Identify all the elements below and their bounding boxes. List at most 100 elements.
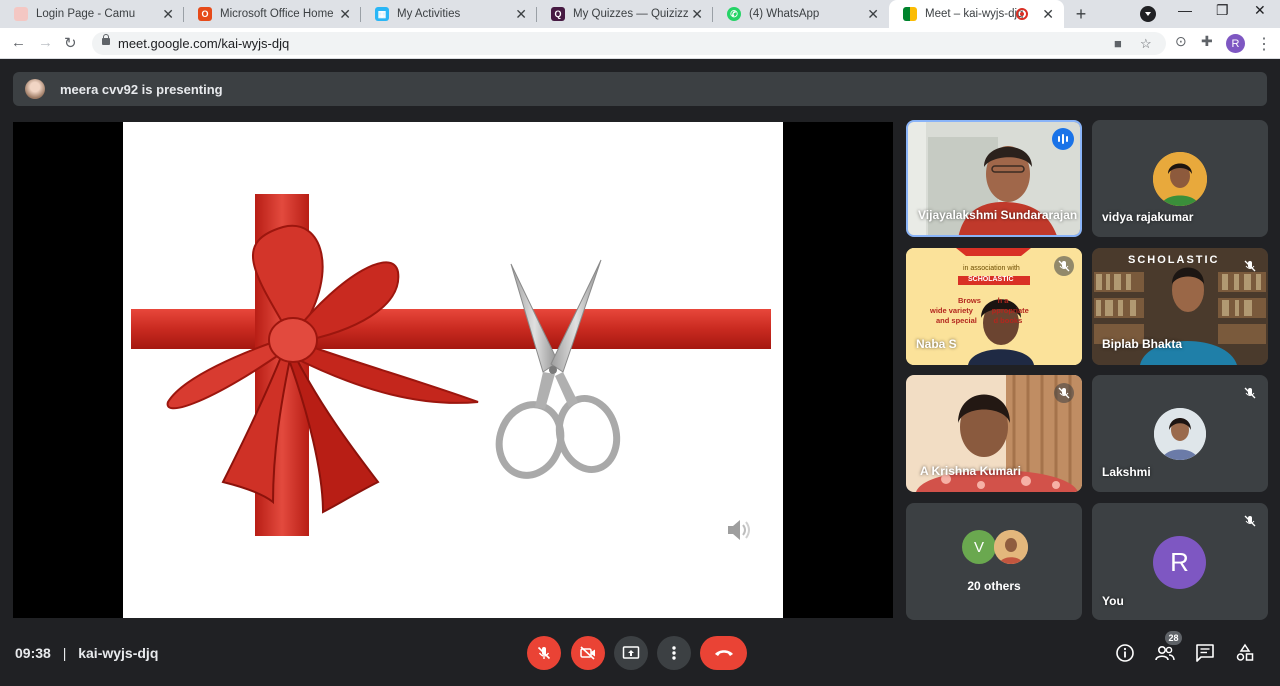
chat-icon [1196,644,1214,662]
activities-button[interactable] [1234,642,1256,664]
close-tab-icon[interactable]: ✕ [691,6,703,22]
address-bar[interactable]: meet.google.com/kai-wyjs-djq ■ ☆ [92,32,1166,55]
participant-tile-others[interactable]: V 20 others [906,503,1082,620]
participant-tile[interactable]: Vijayalakshmi Sundararajan [906,120,1082,237]
meeting-controls-bar: 09:38 | kai-wyjs-djq [0,620,1280,686]
participant-tile[interactable]: SCHOLASTIC Biplab Bhakta [1092,248,1268,365]
forward-icon[interactable]: → [38,34,53,51]
close-tab-icon[interactable]: ✕ [515,6,527,22]
tab-title: (4) WhatsApp [749,8,820,20]
url-text: meet.google.com/kai-wyjs-djq [118,36,290,51]
participant-name: A Krishna Kumari [920,464,1021,478]
more-vert-icon [672,646,676,660]
tab-camu[interactable]: Login Page - Camu ✕ [0,0,184,28]
participant-name: Naba S [916,337,957,351]
close-tab-icon[interactable]: ✕ [162,6,174,22]
scholastic-banner-text: SCHOLASTIC [1128,254,1220,266]
meeting-code: kai-wyjs-djq [78,645,159,661]
reload-icon[interactable]: ↻ [64,34,77,52]
presenter-avatar [25,79,45,99]
participant-tile[interactable]: Lakshmi [1092,375,1268,492]
office-favicon-icon: O [198,7,212,21]
mic-toggle-button[interactable] [527,636,561,670]
ribbon-scissors-illustration [131,194,771,536]
participant-name: You [1102,594,1124,608]
camu-favicon-icon [14,7,28,21]
speaker-icon[interactable] [726,517,754,543]
tab-title: Meet – kai-wyjs-djq [925,8,1024,20]
extension-status-icon[interactable]: ⊙ [1175,33,1187,50]
close-tab-icon[interactable]: ✕ [339,6,351,22]
muted-mic-icon [1240,256,1260,276]
tab-whatsapp[interactable]: ✆ (4) WhatsApp ✕ [713,0,889,28]
leave-call-button[interactable] [700,636,747,670]
camera-toggle-button[interactable] [571,636,605,670]
extensions-puzzle-icon[interactable]: ✚ [1201,33,1213,50]
participant-tile[interactable]: A Krishna Kumari [906,375,1082,492]
close-tab-icon[interactable]: ✕ [1042,6,1054,22]
tab-meet[interactable]: Meet – kai-wyjs-djq ✕ [889,0,1064,28]
participant-count-badge: 28 [1165,631,1182,645]
profile-avatar[interactable]: R [1226,34,1245,53]
back-icon[interactable]: ← [11,34,26,51]
meeting-details-button[interactable] [1114,642,1136,664]
scholastic-text: SCHOLASTIC [968,276,1014,283]
tab-quizizz[interactable]: Q My Quizzes — Quizizz ✕ [537,0,713,28]
speaking-indicator-icon [1052,128,1074,150]
tab-title: Microsoft Office Home [220,8,334,20]
camera-blocked-icon[interactable]: ■ [1114,36,1122,51]
tab-search-icon[interactable] [1140,6,1156,22]
browser-toolbar: ← → ↻ meet.google.com/kai-wyjs-djq ■ ☆ [0,28,1280,59]
whatsapp-favicon-icon: ✆ [727,7,741,21]
promo-text: Brows h a [958,296,1009,305]
participant-name: Lakshmi [1102,465,1151,479]
new-tab-button[interactable]: + [1070,3,1092,25]
participant-name: Biplab Bhakta [1102,337,1183,351]
muted-mic-icon [1054,383,1074,403]
chrome-menu-icon[interactable]: ⋮ [1256,34,1272,54]
quizizz-favicon-icon: Q [551,7,565,21]
bookmark-star-icon[interactable]: ☆ [1140,36,1152,52]
participant-avatar [1153,152,1207,206]
promo-text: wide variety ppropriate [930,306,1029,315]
self-avatar: R [1153,536,1206,589]
meet-favicon-icon [903,7,917,21]
maximize-icon[interactable]: ❐ [1216,2,1229,19]
muted-mic-icon [1240,383,1260,403]
minimize-icon[interactable]: — [1178,2,1192,18]
meeting-info: 09:38 | kai-wyjs-djq [15,645,158,661]
others-count-label: 20 others [967,579,1021,593]
divider: | [62,645,67,661]
info-icon [1116,644,1134,662]
mic-off-icon [537,646,551,660]
hang-up-icon [714,650,733,656]
camera-off-icon [580,646,595,660]
shared-slide [123,122,783,618]
participant-name: Vijayalakshmi Sundararajan [918,208,1078,222]
tab-office[interactable]: O Microsoft Office Home ✕ [184,0,361,28]
tab-title: My Activities [397,8,461,20]
assoc-text: in association with [963,265,1020,272]
activities-shapes-icon [1236,643,1254,661]
participant-tile-self[interactable]: R You [1092,503,1268,620]
people-icon [1155,645,1175,661]
tab-title: My Quizzes — Quizizz [573,8,689,20]
close-window-icon[interactable]: ✕ [1254,2,1266,19]
tab-title: Login Page - Camu [36,8,136,20]
muted-mic-icon [1240,511,1260,531]
clock-time: 09:38 [15,645,51,661]
chat-button[interactable] [1194,642,1216,664]
close-tab-icon[interactable]: ✕ [867,6,879,22]
tab-activities[interactable]: ▦ My Activities ✕ [361,0,537,28]
lock-icon[interactable] [102,34,110,45]
promo-text: and special d books [936,316,1023,325]
others-avatar: V [962,530,996,564]
show-everyone-button[interactable] [1154,642,1176,664]
others-avatar-photo [994,530,1028,564]
presentation-stage[interactable] [13,122,893,618]
participant-tile[interactable]: vidya rajakumar [1092,120,1268,237]
presenting-banner: meera cvv92 is presenting [13,72,1267,106]
more-options-button[interactable] [657,636,691,670]
participant-tile[interactable]: in association with SCHOLASTIC Brows h a… [906,248,1082,365]
present-now-button[interactable] [614,636,648,670]
